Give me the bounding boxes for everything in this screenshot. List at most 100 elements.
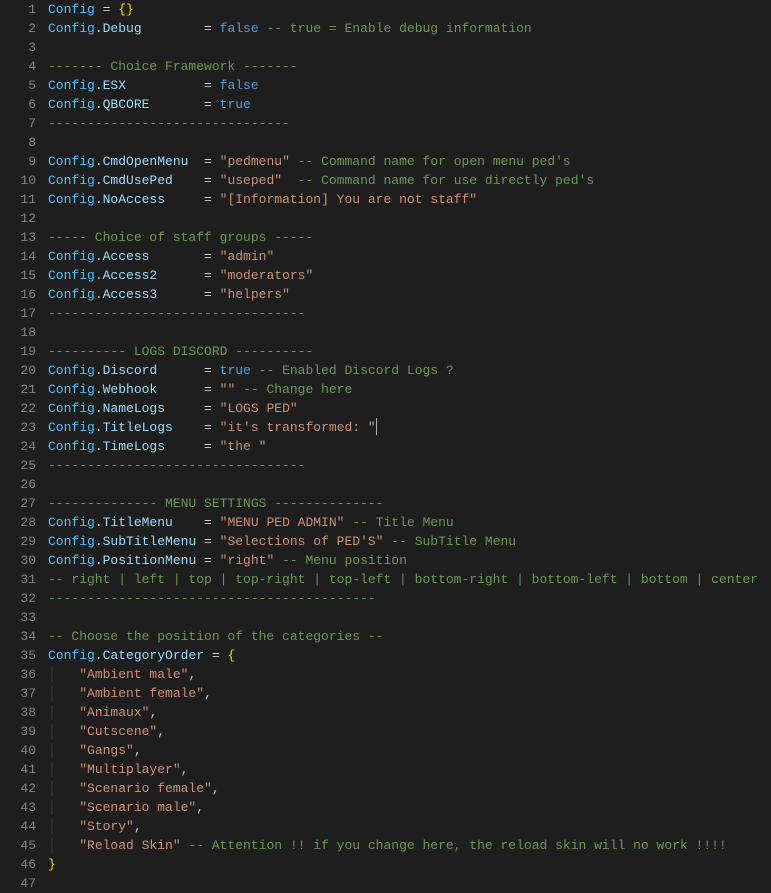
- code-line[interactable]: │ "Ambient female",: [48, 684, 771, 703]
- token: "LOGS PED": [220, 401, 298, 416]
- code-line[interactable]: Config.CmdOpenMenu = "pedmenu" -- Comman…: [48, 152, 771, 171]
- code-line[interactable]: │ "Cutscene",: [48, 722, 771, 741]
- token: .: [95, 249, 103, 264]
- token: TimeLogs: [103, 439, 165, 454]
- line-number: 5: [0, 76, 36, 95]
- code-line[interactable]: │ "Gangs",: [48, 741, 771, 760]
- token: "Multiplayer": [79, 762, 180, 777]
- token: "Animaux": [79, 705, 149, 720]
- code-line[interactable]: ----------------------------------------…: [48, 589, 771, 608]
- code-line[interactable]: Config.NoAccess = "[Information] You are…: [48, 190, 771, 209]
- token: [56, 743, 79, 758]
- code-line[interactable]: ---------- LOGS DISCORD ----------: [48, 342, 771, 361]
- line-number: 28: [0, 513, 36, 532]
- line-number: 40: [0, 741, 36, 760]
- code-line[interactable]: Config.ESX = false: [48, 76, 771, 95]
- code-line[interactable]: Config.TitleMenu = "MENU PED ADMIN" -- T…: [48, 513, 771, 532]
- token: Config: [48, 154, 95, 169]
- code-area[interactable]: Config = {}Config.Debug = false -- true …: [48, 0, 771, 893]
- code-line[interactable]: -------------- MENU SETTINGS -----------…: [48, 494, 771, 513]
- code-line[interactable]: -- right | left | top | top-right | top-…: [48, 570, 771, 589]
- code-line[interactable]: Config.Access3 = "helpers": [48, 285, 771, 304]
- token: true: [220, 363, 251, 378]
- indent-guide: │: [48, 724, 56, 739]
- token: ,: [134, 819, 142, 834]
- token: PositionMenu: [103, 553, 197, 568]
- code-line[interactable]: ---------------------------------: [48, 304, 771, 323]
- code-line[interactable]: ---------------------------------: [48, 456, 771, 475]
- token: "it's transformed: ": [220, 420, 376, 435]
- code-line[interactable]: Config.TimeLogs = "the ": [48, 437, 771, 456]
- indent-guide: │: [48, 781, 56, 796]
- token: .: [95, 154, 103, 169]
- code-line[interactable]: │ "Scenario male",: [48, 798, 771, 817]
- token: [56, 705, 79, 720]
- code-line[interactable]: │ "Story",: [48, 817, 771, 836]
- code-line[interactable]: ----- Choice of staff groups -----: [48, 228, 771, 247]
- code-line[interactable]: Config.NameLogs = "LOGS PED": [48, 399, 771, 418]
- line-number: 45: [0, 836, 36, 855]
- code-line[interactable]: [48, 209, 771, 228]
- code-line[interactable]: │ "Ambient male",: [48, 665, 771, 684]
- code-line[interactable]: Config.Access = "admin": [48, 247, 771, 266]
- token: .: [95, 648, 103, 663]
- token: Config: [48, 382, 95, 397]
- code-line[interactable]: -------------------------------: [48, 114, 771, 133]
- token: Config: [48, 21, 95, 36]
- code-line[interactable]: │ "Animaux",: [48, 703, 771, 722]
- code-line[interactable]: Config.Access2 = "moderators": [48, 266, 771, 285]
- token: Access3: [103, 287, 158, 302]
- line-number: 9: [0, 152, 36, 171]
- line-number: 4: [0, 57, 36, 76]
- line-number: 29: [0, 532, 36, 551]
- code-line[interactable]: Config.TitleLogs = "it's transformed: ": [48, 418, 771, 437]
- code-line[interactable]: [48, 608, 771, 627]
- code-line[interactable]: [48, 475, 771, 494]
- code-line[interactable]: Config.Webhook = "" -- Change here: [48, 380, 771, 399]
- token: Config: [48, 2, 95, 17]
- token: .: [95, 173, 103, 188]
- line-number: 13: [0, 228, 36, 247]
- code-line[interactable]: [48, 38, 771, 57]
- line-number: 36: [0, 665, 36, 684]
- code-line[interactable]: }: [48, 855, 771, 874]
- code-line[interactable]: Config.PositionMenu = "right" -- Menu po…: [48, 551, 771, 570]
- token: -------------------------------: [48, 116, 290, 131]
- code-line[interactable]: Config = {}: [48, 0, 771, 19]
- token: Config: [48, 363, 95, 378]
- code-line[interactable]: ------- Choice Framework -------: [48, 57, 771, 76]
- code-line[interactable]: │ "Scenario female",: [48, 779, 771, 798]
- code-line[interactable]: │ "Reload Skin" -- Attention !! if you c…: [48, 836, 771, 855]
- line-number: 22: [0, 399, 36, 418]
- code-line[interactable]: Config.Discord = true -- Enabled Discord…: [48, 361, 771, 380]
- token: [56, 800, 79, 815]
- line-number: 24: [0, 437, 36, 456]
- token: "[Information] You are not staff": [220, 192, 477, 207]
- token: ----- Choice of staff groups -----: [48, 230, 313, 245]
- token: Config: [48, 401, 95, 416]
- line-number: 46: [0, 855, 36, 874]
- code-line[interactable]: Config.CmdUsePed = "useped" -- Command n…: [48, 171, 771, 190]
- token: Config: [48, 534, 95, 549]
- line-number: 38: [0, 703, 36, 722]
- code-line[interactable]: -- Choose the position of the categories…: [48, 627, 771, 646]
- token: Config: [48, 78, 95, 93]
- line-number: 34: [0, 627, 36, 646]
- code-line[interactable]: Config.QBCORE = true: [48, 95, 771, 114]
- code-line[interactable]: Config.CategoryOrder = {: [48, 646, 771, 665]
- code-line[interactable]: [48, 133, 771, 152]
- token: ,: [204, 686, 212, 701]
- token: "Ambient female": [79, 686, 204, 701]
- code-line[interactable]: Config.SubTitleMenu = "Selections of PED…: [48, 532, 771, 551]
- token: "": [220, 382, 236, 397]
- line-number: 2: [0, 19, 36, 38]
- token: ,: [181, 762, 189, 777]
- indent-guide: │: [48, 667, 56, 682]
- code-line[interactable]: [48, 323, 771, 342]
- code-line[interactable]: │ "Multiplayer",: [48, 760, 771, 779]
- code-editor[interactable]: 1234567891011121314151617181920212223242…: [0, 0, 771, 893]
- token: ---------- LOGS DISCORD ----------: [48, 344, 313, 359]
- line-number: 8: [0, 133, 36, 152]
- code-line[interactable]: Config.Debug = false -- true = Enable de…: [48, 19, 771, 38]
- line-number: 20: [0, 361, 36, 380]
